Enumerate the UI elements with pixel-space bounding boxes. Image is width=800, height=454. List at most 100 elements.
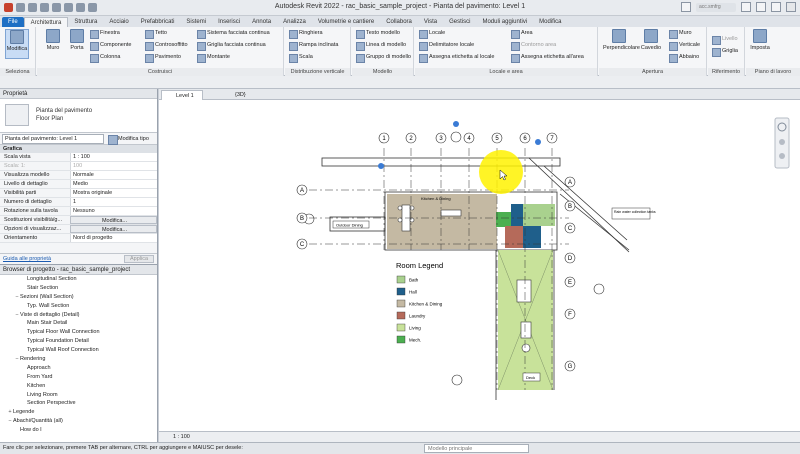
mullion-button[interactable]: Montante xyxy=(197,53,230,63)
browser-tree-item[interactable]: −Abachi/Quantità (all) xyxy=(0,417,157,426)
property-row[interactable]: Livello di dettaglio Medio xyxy=(0,180,157,189)
tab-prefabbricati[interactable]: Prefabbricati xyxy=(135,17,181,27)
tag-room-button[interactable]: Assegna etichetta al locale xyxy=(419,53,494,63)
property-row[interactable]: Opzioni di visualizzaz... Modifica... xyxy=(0,225,157,234)
search-icon[interactable] xyxy=(681,2,691,12)
property-value[interactable]: Nord di progetto xyxy=(70,234,157,242)
minimize-icon[interactable] xyxy=(756,2,766,12)
navigation-bar[interactable] xyxy=(774,117,790,169)
area-boundary-button[interactable]: Contorno area xyxy=(511,41,556,51)
area-button[interactable]: Area xyxy=(511,29,533,39)
set-workplane-button[interactable]: Imposta xyxy=(748,29,772,51)
browser-tree-item[interactable]: Typ. Wall Section xyxy=(0,302,157,311)
browser-tree-item[interactable]: −Viste di dettaglio (Detail) xyxy=(0,311,157,320)
tag-area-button[interactable]: Assegna etichetta all'area xyxy=(511,53,584,63)
type-selector[interactable]: Pianta del pavimento Floor Plan xyxy=(0,99,157,133)
property-value[interactable]: Medio xyxy=(70,180,157,188)
apply-button[interactable]: Applica xyxy=(124,255,154,263)
room-button[interactable]: Locale xyxy=(419,29,445,39)
ramp-button[interactable]: Rampa inclinata xyxy=(289,41,338,51)
browser-tree-item[interactable]: +Legende xyxy=(0,408,157,417)
shaft-button[interactable]: Cavedio xyxy=(639,29,663,51)
tab-acciaio[interactable]: Acciaio xyxy=(103,17,134,27)
by-face-button[interactable]: Perpendicolare xyxy=(603,29,640,51)
property-value[interactable]: Nessuno xyxy=(70,207,157,215)
model-line-button[interactable]: Linea di modello xyxy=(356,41,406,51)
browser-tree-item[interactable]: Typical Floor Wall Connection xyxy=(0,328,157,337)
modify-button[interactable]: Modifica xyxy=(5,29,29,59)
wall-opening-button[interactable]: Muro xyxy=(669,29,692,39)
room-mech[interactable] xyxy=(496,212,511,227)
pan-icon[interactable] xyxy=(779,139,785,145)
help-icon[interactable] xyxy=(741,2,751,12)
browser-tree-item[interactable]: Living Room xyxy=(0,391,157,400)
property-row[interactable]: Scala: 1: 100 xyxy=(0,162,157,171)
floor-button[interactable]: Pavimento xyxy=(145,53,181,63)
browser-tree-item[interactable]: Kitchen xyxy=(0,382,157,391)
door-button[interactable]: Porta xyxy=(65,29,89,51)
property-row[interactable]: Sostituzioni visibilità/g... Modifica... xyxy=(0,216,157,225)
property-value[interactable]: Normale xyxy=(70,171,157,179)
model-text-button[interactable]: Testo modello xyxy=(356,29,400,39)
property-edit-button[interactable]: Modifica... xyxy=(70,216,157,224)
tab-analizza[interactable]: Analizza xyxy=(277,17,312,27)
tab-volumetrie[interactable]: Volumetrie e cantiere xyxy=(312,17,380,27)
property-row[interactable]: Numero di dettaglio 1 xyxy=(0,198,157,207)
group-header[interactable]: Grafica xyxy=(0,145,157,153)
properties-help-link[interactable]: Guida alle proprietà xyxy=(3,256,51,262)
browser-tree-item[interactable]: From Yard xyxy=(0,373,157,382)
view-tab-level1[interactable]: Level 1 xyxy=(161,90,203,100)
browser-tree-item[interactable]: Main Stair Detail xyxy=(0,319,157,328)
roof-button[interactable]: Tetto xyxy=(145,29,167,39)
property-value[interactable]: 1 : 100 xyxy=(70,153,157,161)
vertical-opening-button[interactable]: Verticale xyxy=(669,41,700,51)
curtain-system-button[interactable]: Sistema facciata continua xyxy=(197,29,270,39)
component-button[interactable]: Componente xyxy=(90,41,132,51)
user-account[interactable]: acc.smfrg xyxy=(696,2,736,12)
tag-deck[interactable]: Deck xyxy=(526,375,535,380)
tab-struttura[interactable]: Struttura xyxy=(68,17,103,27)
property-value[interactable]: 1 xyxy=(70,198,157,206)
railing-button[interactable]: Ringhiera xyxy=(289,29,323,39)
tab-moduli[interactable]: Moduli aggiuntivi xyxy=(476,17,533,27)
window-button[interactable]: Finestra xyxy=(90,29,120,39)
room-laundry[interactable] xyxy=(505,226,523,248)
drawing-area[interactable]: Level 1 {3D} 1 2 3 4 5 6 7 A B C A B C D… xyxy=(159,89,800,442)
view-tab-3d[interactable]: {3D} xyxy=(221,90,254,100)
wall-button[interactable]: Muro xyxy=(41,29,65,51)
level-button[interactable]: Livello xyxy=(712,35,738,45)
browser-tree-item[interactable]: Typical Wall Roof Connection xyxy=(0,346,157,355)
stair-button[interactable]: Scala xyxy=(289,53,313,63)
view-scale[interactable]: 1 : 100 xyxy=(173,433,190,442)
property-row[interactable]: Scala vista 1 : 100 xyxy=(0,153,157,162)
room-bath[interactable] xyxy=(523,204,555,226)
ceiling-button[interactable]: Controsoffitto xyxy=(145,41,188,51)
curtain-grid-button[interactable]: Griglia facciata continua xyxy=(197,41,266,51)
tab-annota[interactable]: Annota xyxy=(246,17,277,27)
browser-tree-item[interactable]: Approach xyxy=(0,364,157,373)
tab-sistemi[interactable]: Sistemi xyxy=(180,17,212,27)
tab-file[interactable]: File xyxy=(2,17,24,27)
zoom-icon[interactable] xyxy=(779,153,785,159)
model-group-button[interactable]: Gruppo di modello xyxy=(356,53,411,63)
property-value[interactable]: Mostra originale xyxy=(70,189,157,197)
tab-gestisci[interactable]: Gestisci xyxy=(443,17,476,27)
column-button[interactable]: Colonna xyxy=(90,53,121,63)
browser-tree-item[interactable]: How do I xyxy=(0,426,157,435)
instance-filter-dropdown[interactable]: Pianta del pavimento: Level 1 xyxy=(2,134,104,144)
browser-tree-item[interactable]: −Rendering xyxy=(0,355,157,364)
property-row[interactable]: Rotazione sulla tavola Nessuno xyxy=(0,207,157,216)
tab-architettura[interactable]: Architettura xyxy=(23,17,69,27)
close-icon[interactable] xyxy=(786,2,796,12)
browser-tree-item[interactable]: Longitudinal Section xyxy=(0,275,157,284)
tab-vista[interactable]: Vista xyxy=(418,17,443,27)
active-model-dropdown[interactable]: Modello principale xyxy=(424,444,529,453)
browser-tree-item[interactable]: Typical Foundation Detail xyxy=(0,337,157,346)
floor-plan-view[interactable]: 1234567 A B C A B C D E F G Outdoor Dining Kitch… xyxy=(159,100,800,431)
property-value[interactable]: 100 xyxy=(70,162,157,170)
tag-outdoor-dining[interactable]: Outdoor Dining xyxy=(336,223,363,228)
property-row[interactable]: Orientamento Nord di progetto xyxy=(0,234,157,243)
browser-tree-item[interactable]: −Sezioni (Wall Section) xyxy=(0,293,157,302)
tab-collabora[interactable]: Collabora xyxy=(380,17,418,27)
tab-inserisci[interactable]: Inserisci xyxy=(212,17,246,27)
